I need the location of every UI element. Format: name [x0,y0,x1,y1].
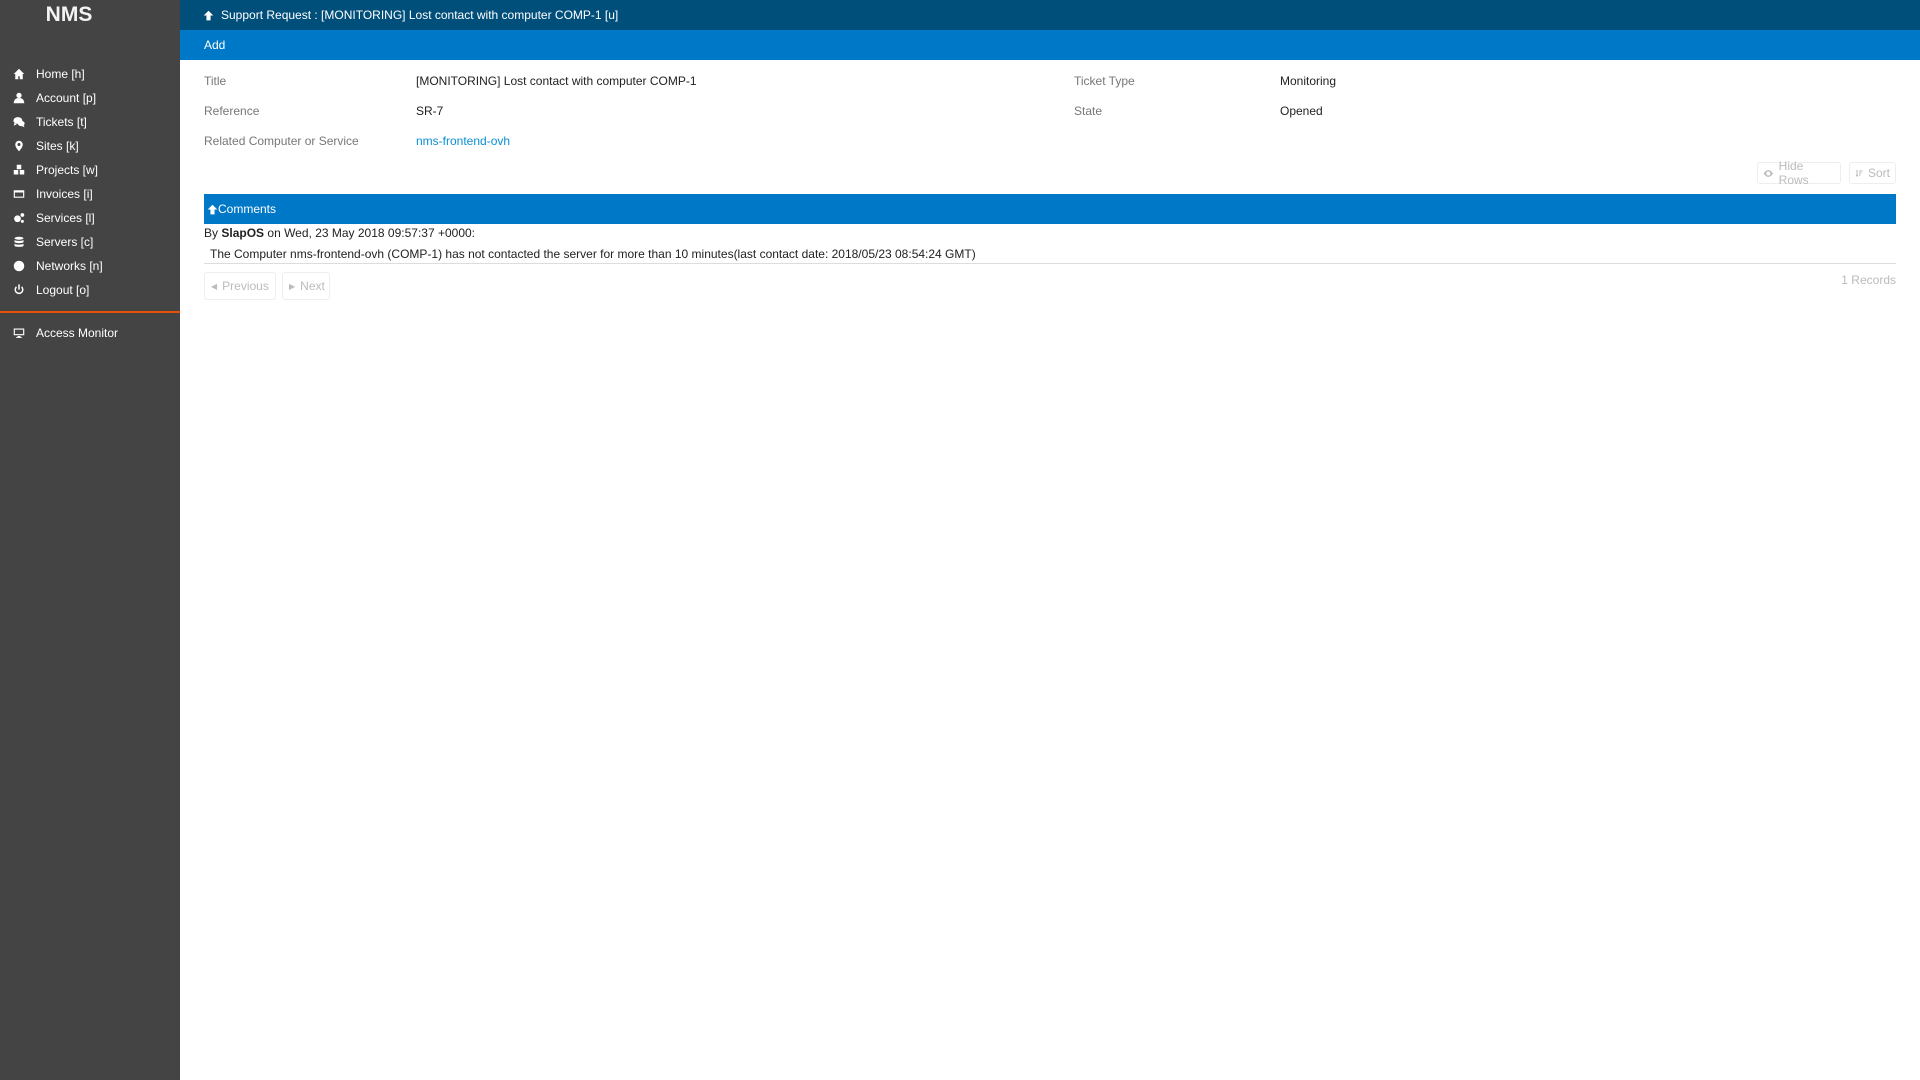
sidebar-item-label: Access Monitor [36,326,119,340]
next-label: Next [300,279,325,293]
sidebar: NMS Home [h] Account [p] Tickets [t] Sit… [0,0,180,1080]
sidebar-item-label: Sites [k] [36,139,79,153]
sidebar-item-label: Logout [o] [36,283,90,297]
comments-title: Comments [218,202,277,216]
sidebar-item-label: Tickets [t] [36,115,87,129]
sidebar-item-label: Services [l] [36,211,95,225]
records-count: 1 Records [1841,273,1896,287]
sort-button[interactable]: Sort [1849,162,1896,184]
page-header: Support Request : [MONITORING] Lost cont… [180,0,1920,30]
sidebar-item-projects[interactable]: Projects [w] [0,158,180,182]
map-marker-icon [11,140,27,152]
comment-author: SlapOS [221,226,265,240]
sort-label: Sort [1867,166,1890,180]
title-label: Title [204,74,227,88]
arrow-up-icon[interactable] [203,10,214,21]
sidebar-item-services[interactable]: Services [l] [0,206,180,230]
cubes-icon [11,164,27,176]
sidebar-item-sites[interactable]: Sites [k] [0,134,180,158]
sort-icon [1855,169,1863,177]
next-button[interactable]: ▶ Next [282,272,330,300]
comment-date: on Wed, 23 May 2018 09:57:37 +0000: [267,226,475,240]
reference-label: Reference [204,104,260,118]
page-title[interactable]: Support Request : [MONITORING] Lost cont… [221,8,618,22]
comments-header[interactable]: Comments [204,194,1896,224]
hide-rows-label: Hide Rows [1778,159,1809,187]
reference-value: SR-7 [416,104,444,118]
add-button[interactable]: Add [204,38,225,52]
power-icon [11,284,27,296]
sidebar-item-label: Home [h] [36,67,85,81]
sidebar-item-label: Invoices [i] [36,187,93,201]
ticket-type-label: Ticket Type [1074,74,1135,88]
state-label: State [1074,104,1103,118]
sidebar-item-home[interactable]: Home [h] [0,62,180,86]
comment-byline: By SlapOS on Wed, 23 May 2018 09:57:37 +… [204,226,475,240]
related-service-link[interactable]: nms-frontend-ovh [416,134,510,148]
action-bar: Add [180,30,1920,60]
ticket-type-value: Monitoring [1280,74,1337,88]
hide-rows-button[interactable]: Hide Rows [1757,159,1841,187]
arrow-up-icon [207,204,218,215]
sidebar-item-networks[interactable]: Networks [n] [0,254,180,278]
sidebar-item-invoices[interactable]: Invoices [i] [0,182,180,206]
comments-icon [11,116,27,128]
sidebar-item-account[interactable]: Account [p] [0,86,180,110]
sidebar-item-tickets[interactable]: Tickets [t] [0,110,180,134]
caret-right-icon: ▶ [289,281,296,291]
sidebar-item-label: Networks [n] [36,259,103,273]
eye-icon [1763,169,1774,177]
comment-by-prefix: By [204,226,219,240]
previous-button[interactable]: ◀ Previous [204,272,276,300]
title-value: [MONITORING] Lost contact with computer … [416,74,697,88]
sidebar-item-label: Account [p] [36,91,97,105]
home-icon [11,68,27,80]
previous-label: Previous [222,279,269,293]
state-value: Opened [1280,104,1323,118]
user-icon [11,92,27,104]
caret-left-icon: ◀ [211,281,218,291]
related-label: Related Computer or Service [204,134,359,148]
sidebar-item-label: Projects [w] [36,163,99,177]
sidebar-item-servers[interactable]: Servers [c] [0,230,180,254]
credit-card-icon [11,188,27,200]
sidebar-item-label: Servers [c] [36,235,94,249]
comment-text: The Computer nms-frontend-ovh (COMP-1) h… [210,247,976,261]
sidebar-item-access-monitor[interactable]: Access Monitor [0,321,180,345]
sidebar-nav: Home [h] Account [p] Tickets [t] Sites [… [0,62,180,345]
comments-divider [204,263,1896,264]
cogs-icon [11,212,27,224]
database-icon [11,236,27,248]
desktop-icon [11,327,27,339]
globe-icon [11,260,27,272]
sidebar-item-logout[interactable]: Logout [o] [0,278,180,302]
brand-logo[interactable]: NMS [0,3,138,27]
sidebar-divider [0,311,180,313]
